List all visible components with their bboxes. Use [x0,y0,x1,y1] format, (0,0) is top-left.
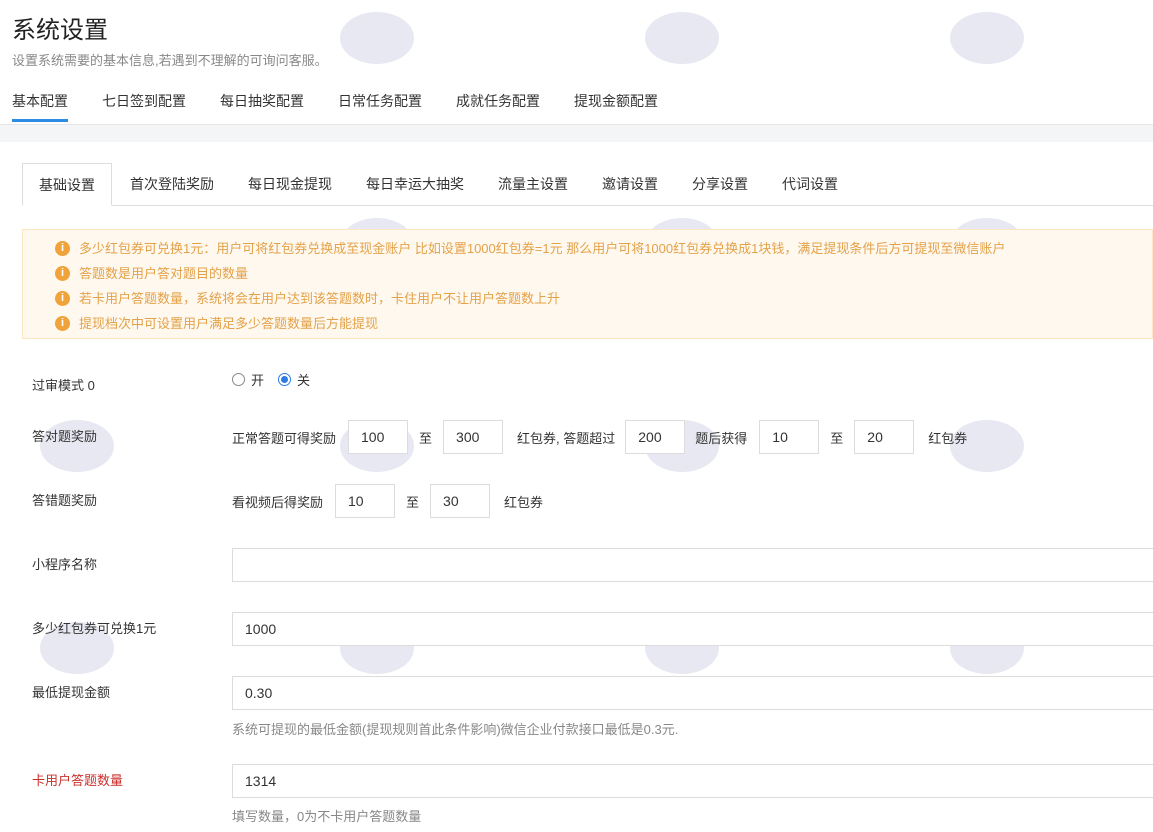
after-threshold-text: 题后获得 [695,430,748,446]
tab-daily-lucky-draw[interactable]: 每日幸运大抽奖 [350,163,480,205]
tab-basic-config[interactable]: 基本配置 [12,88,68,122]
radio-on[interactable] [232,373,245,386]
correct-reward-label: 答对题奖励 [32,429,98,444]
tab-first-login-reward[interactable]: 首次登陆奖励 [114,163,230,205]
tab-daily-lottery-config[interactable]: 每日抽奖配置 [220,88,304,122]
min-withdraw-input[interactable]: 0.30 [232,676,1153,710]
notice-box: i 多少红包券可兑换1元：用户可将红包券兑换成至现金账户 比如设置1000红包券… [22,229,1153,339]
tab-traffic-settings[interactable]: 流量主设置 [482,163,584,205]
tab-daily-task-config[interactable]: 日常任务配置 [338,88,422,122]
review-mode-radio-group: 开 关 [232,370,324,389]
tab-daily-cash-withdraw[interactable]: 每日现金提现 [232,163,348,205]
notice-text: 提现档次中可设置用户满足多少答题数量后方能提现 [79,316,379,331]
coupon-unit-text: 红包券 [928,430,968,446]
bonus-reward-max-input[interactable]: 20 [854,420,915,454]
tab-pronoun-settings[interactable]: 代词设置 [766,163,854,205]
review-mode-on-option[interactable]: 开 [232,370,264,389]
notice-text: 多少红包券可兑换1元：用户可将红包券兑换成至现金账户 比如设置1000红包券=1… [79,241,1006,256]
tab-seven-day-signin-config[interactable]: 七日签到配置 [102,88,186,122]
range-separator: 至 [419,430,433,446]
section-divider [0,124,1153,142]
correct-reward-threshold-text: 红包券, 答题超过 [517,430,616,446]
radio-off-label: 关 [297,373,311,388]
notice-text: 若卡用户答题数量，系统将会在用户达到该答题数时，卡住用户不让用户答题数上升 [79,291,561,306]
inner-tabs: 基础设置 首次登陆奖励 每日现金提现 每日幸运大抽奖 流量主设置 邀请设置 分享… [22,163,1153,206]
coupon-unit-text: 红包券 [504,494,544,510]
exchange-rate-input[interactable]: 1000 [232,612,1153,646]
block-answers-help: 填写数量，0为不卡用户答题数量 [232,809,422,824]
wrong-reward-label: 答错题奖励 [32,493,98,508]
notice-line: i 答题数是用户答对题目的数量 [23,261,1152,286]
page-subtitle: 设置系统需要的基本信息,若遇到不理解的可询问客服。 [12,53,328,68]
wrong-reward-min-input[interactable]: 10 [335,484,396,518]
top-tabs: 基本配置 七日签到配置 每日抽奖配置 日常任务配置 成就任务配置 提现金额配置 [12,88,692,124]
wrong-reward-text: 看视频后得奖励 [232,494,324,510]
tab-basic-settings[interactable]: 基础设置 [22,163,112,206]
wrong-reward-row: 看视频后得奖励 10 至 30 红包券 [232,484,543,518]
tab-invite-settings[interactable]: 邀请设置 [586,163,674,205]
info-circle-icon: i [55,291,70,306]
correct-reward-max-input[interactable]: 300 [443,420,504,454]
exchange-rate-label: 多少红包券可兑换1元 [32,621,157,636]
info-circle-icon: i [55,266,70,281]
mini-program-name-input[interactable] [232,548,1153,582]
tab-share-settings[interactable]: 分享设置 [676,163,764,205]
answer-threshold-input[interactable]: 200 [625,420,686,454]
notice-line: i 提现档次中可设置用户满足多少答题数量后方能提现 [23,311,1152,336]
info-circle-icon: i [55,316,70,331]
block-answers-input[interactable]: 1314 [232,764,1153,798]
range-separator: 至 [830,430,844,446]
notice-text: 答题数是用户答对题目的数量 [79,266,249,281]
page-title: 系统设置 [12,17,108,44]
correct-reward-row: 正常答题可得奖励 100 至 300 红包券, 答题超过 200 题后获得 10… [232,420,967,454]
correct-reward-min-input[interactable]: 100 [348,420,409,454]
radio-on-label: 开 [251,373,265,388]
range-separator: 至 [406,494,420,510]
tab-achievement-task-config[interactable]: 成就任务配置 [456,88,540,122]
wrong-reward-max-input[interactable]: 30 [430,484,491,518]
correct-reward-text: 正常答题可得奖励 [232,430,337,446]
min-withdraw-label: 最低提现金额 [32,685,111,700]
radio-off[interactable] [278,373,292,386]
review-mode-off-option[interactable]: 关 [278,370,310,389]
review-mode-label: 过审模式 0 [32,378,95,393]
min-withdraw-help: 系统可提现的最低金额(提现规则首此条件影响)微信企业付款接口最低是0.3元. [232,722,679,737]
tab-withdraw-amount-config[interactable]: 提现金额配置 [574,88,658,122]
notice-line: i 多少红包券可兑换1元：用户可将红包券兑换成至现金账户 比如设置1000红包券… [23,236,1152,261]
info-circle-icon: i [55,241,70,256]
mini-program-name-label: 小程序名称 [32,557,98,572]
bonus-reward-min-input[interactable]: 10 [759,420,820,454]
notice-line: i 若卡用户答题数量，系统将会在用户达到该答题数时，卡住用户不让用户答题数上升 [23,286,1152,311]
block-answers-label: 卡用户答题数量 [32,773,124,788]
